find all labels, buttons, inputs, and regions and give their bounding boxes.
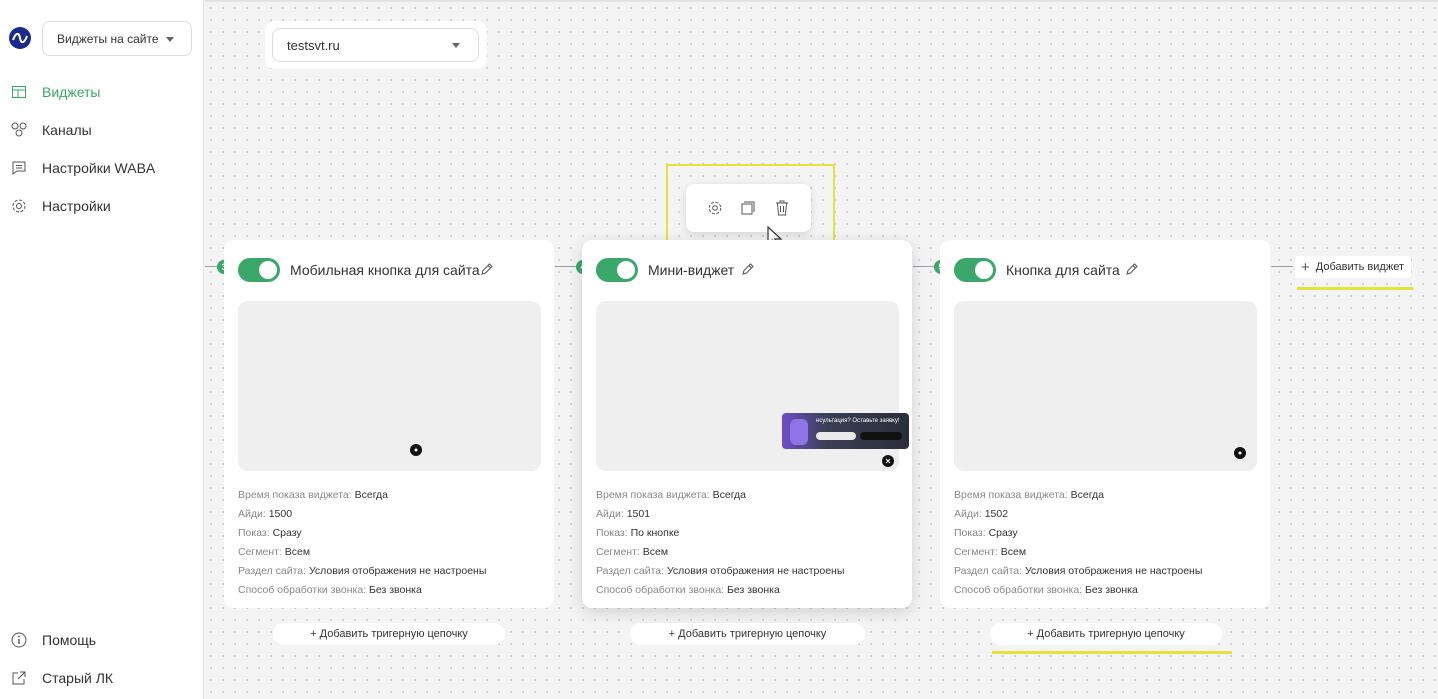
gear-icon — [10, 197, 28, 215]
pencil-icon[interactable] — [480, 262, 494, 276]
channels-icon — [10, 121, 28, 139]
site-select[interactable]: testsvt.ru — [272, 28, 479, 62]
phone-button-icon — [410, 444, 422, 456]
info-row: Способ обработки звонка: Без звонка — [954, 584, 1138, 596]
highlight-underline — [992, 651, 1232, 654]
sidebar-item-label: Помощь — [42, 632, 97, 648]
section-select-value: Виджеты на сайте — [57, 31, 159, 46]
info-row: Показ: Сразу — [954, 527, 1018, 539]
widget-title: Мобильная кнопка для сайта — [290, 262, 480, 278]
logo-icon[interactable] — [9, 27, 31, 49]
connector-line — [555, 266, 577, 267]
sidebar-item-label: Виджеты — [42, 84, 101, 100]
person-image — [790, 419, 808, 445]
sidebar-item-channels[interactable]: Каналы — [10, 118, 200, 142]
add-widget-label: Добавить виджет — [1315, 261, 1404, 273]
widget-card-mobile-button[interactable]: Мобильная кнопка для сайта Время показа … — [224, 240, 554, 608]
sidebar-item-label: Каналы — [42, 122, 92, 138]
waba-icon — [10, 159, 28, 177]
widget-preview — [954, 301, 1257, 471]
section-select[interactable]: Виджеты на сайте — [42, 21, 192, 56]
info-icon — [10, 631, 28, 649]
info-row: Показ: Сразу — [238, 527, 302, 539]
sidebar-item-label: Старый ЛК — [42, 670, 114, 686]
info-row: Раздел сайта: Условия отображения не нас… — [954, 565, 1203, 577]
close-icon — [882, 455, 894, 467]
sidebar-item-settings[interactable]: Настройки — [10, 194, 200, 218]
connector-line — [205, 266, 217, 267]
info-row: Способ обработки звонка: Без звонка — [596, 584, 780, 596]
highlight-underline — [1297, 287, 1413, 290]
trash-icon[interactable] — [771, 197, 793, 219]
widget-toggle[interactable] — [238, 258, 280, 282]
info-row: Раздел сайта: Условия отображения не нас… — [596, 565, 845, 577]
info-row: Раздел сайта: Условия отображения не нас… — [238, 565, 487, 577]
widget-title: Кнопка для сайта — [1006, 262, 1120, 278]
widget-toolbar — [686, 184, 811, 232]
info-row: Время показа виджета: Всегда — [238, 489, 389, 501]
widget-preview: нсультация? Оставьте заявку! — [596, 301, 909, 471]
add-trigger-chain-button[interactable]: + Добавить тригерную цепочку — [990, 623, 1222, 645]
info-row: Время показа виджета: Всегда — [954, 489, 1105, 501]
external-link-icon — [10, 669, 28, 687]
info-row: Время показа виджета: Всегда — [596, 489, 747, 501]
widget-toggle[interactable] — [596, 258, 638, 282]
info-row: Показ: По кнопке — [596, 527, 680, 539]
info-row: Айди: 1500 — [238, 508, 293, 520]
connector-line — [913, 266, 935, 267]
sidebar-item-label: Настройки WABA — [42, 160, 156, 176]
info-row: Сегмент: Всем — [238, 546, 311, 558]
connector-line — [1271, 266, 1293, 267]
sidebar-item-help[interactable]: Помощь — [10, 628, 200, 652]
sidebar-item-label: Настройки — [42, 198, 111, 214]
chevron-down-icon — [166, 37, 174, 42]
widget-preview — [238, 301, 541, 471]
widget-info: Время показа виджета: Всегда Айди: 1502 … — [954, 486, 1202, 600]
mini-widget-input — [816, 432, 856, 440]
info-row: Сегмент: Всем — [596, 546, 669, 558]
add-trigger-chain-button[interactable]: + Добавить тригерную цепочку — [630, 623, 865, 645]
add-trigger-chain-button[interactable]: + Добавить тригерную цепочку — [273, 623, 505, 645]
pencil-icon[interactable] — [741, 262, 755, 276]
phone-button-icon — [1234, 447, 1246, 459]
sidebar-item-waba[interactable]: Настройки WABA — [10, 156, 200, 180]
info-row: Айди: 1501 — [596, 508, 651, 520]
settings-icon[interactable] — [704, 197, 726, 219]
pencil-icon[interactable] — [1125, 262, 1139, 276]
widget-info: Время показа виджета: Всегда Айди: 1500 … — [238, 486, 486, 600]
sidebar-item-widgets[interactable]: Виджеты — [10, 80, 200, 104]
sidebar: Виджеты на сайте Виджеты Каналы Настройк… — [0, 0, 204, 699]
widget-toggle[interactable] — [954, 258, 996, 282]
plus-icon: + — [1301, 258, 1310, 276]
chevron-down-icon — [452, 43, 460, 48]
info-row: Сегмент: Всем — [954, 546, 1027, 558]
widget-info: Время показа виджета: Всегда Айди: 1501 … — [596, 486, 844, 600]
sidebar-item-old-account[interactable]: Старый ЛК — [10, 666, 200, 690]
widget-title: Мини-виджет — [648, 262, 735, 278]
info-row: Способ обработки звонка: Без звонка — [238, 584, 422, 596]
site-select-value: testsvt.ru — [287, 37, 340, 53]
widgets-icon — [10, 83, 28, 101]
add-widget-button[interactable]: + Добавить виджет — [1295, 256, 1411, 278]
copy-icon[interactable] — [737, 197, 759, 219]
mini-widget-text: нсультация? Оставьте заявку! — [816, 418, 900, 424]
mini-widget-preview: нсультация? Оставьте заявку! — [782, 413, 909, 449]
widget-card-mini-widget[interactable]: Мини-виджет нсультация? Оставьте заявку!… — [582, 240, 912, 608]
mini-widget-button — [860, 432, 902, 440]
widget-card-site-button[interactable]: Кнопка для сайта Время показа виджета: В… — [940, 240, 1270, 608]
info-row: Айди: 1502 — [954, 508, 1009, 520]
